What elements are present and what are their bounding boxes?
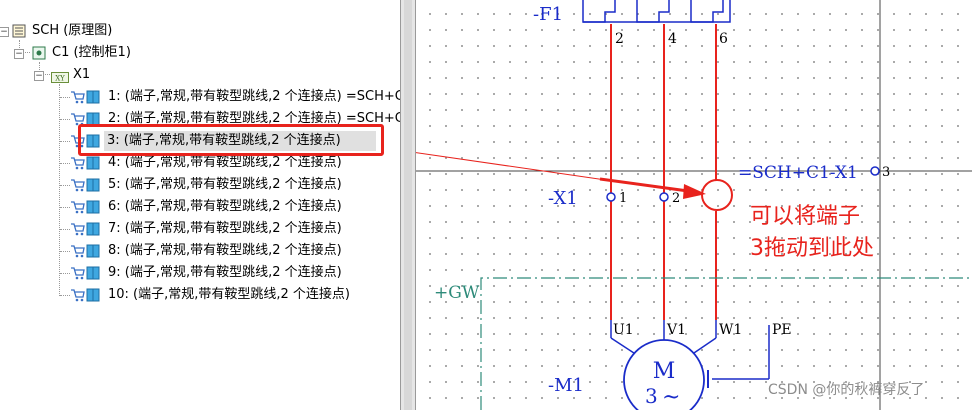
fuse-pin-2: 2: [615, 31, 624, 47]
terminal-cart-icon: [70, 266, 102, 287]
drop-target-circle: [701, 179, 733, 211]
terminal-strip-label: -X1: [548, 188, 578, 209]
tree-node-label: X1: [73, 67, 91, 82]
tree-guide: [60, 141, 70, 142]
tree-node-label: SCH (原理图): [32, 23, 113, 38]
watermark: CSDN @你的秋裤穿反了: [768, 382, 925, 398]
tree-item-label: 4: (端子,常规,带有鞍型跳线,2 个连接点): [108, 155, 342, 170]
tree-item-label: 8: (端子,常规,带有鞍型跳线,2 个连接点): [108, 243, 342, 258]
schematic-canvas[interactable]: -F1 2 4 6 -X1 1 2 =SCH+C1-X1 3 +GW U1 V1…: [416, 0, 972, 410]
tree-guide: [60, 295, 70, 296]
terminal-cart-icon: [70, 156, 102, 177]
placed-terminal-number: 3: [882, 165, 890, 180]
tree-guide: [60, 251, 70, 252]
power-wires: [610, 24, 717, 320]
instruction-callout: 可以将端子 3拖动到此处: [750, 201, 874, 265]
tree-item-terminal[interactable]: 4: (端子,常规,带有鞍型跳线,2 个连接点): [0, 153, 400, 173]
motor-m: M: [653, 359, 676, 384]
tree-item-terminal[interactable]: 5: (端子,常规,带有鞍型跳线,2 个连接点): [0, 175, 400, 195]
terminal-1-number: 1: [619, 191, 627, 206]
drag-arrow-thick: [599, 177, 689, 193]
strip-badge: XY: [55, 75, 65, 83]
tree-item-terminal[interactable]: 8: (端子,常规,带有鞍型跳线,2 个连接点): [0, 241, 400, 261]
tree-item-terminal[interactable]: 7: (端子,常规,带有鞍型跳线,2 个连接点): [0, 219, 400, 239]
tree-node-strip[interactable]: − XY X1: [0, 65, 400, 85]
terminal-cart-icon: [70, 288, 102, 309]
tree-node-cabinet[interactable]: − C1 (控制柜1): [0, 43, 400, 63]
cabinet-icon: [32, 46, 46, 67]
schematic-icon: [12, 24, 26, 45]
motor-ref: -M1: [548, 375, 584, 396]
selection-highlight-box: [78, 124, 384, 156]
collapse-icon[interactable]: −: [14, 49, 24, 59]
terminal-cart-icon: [70, 222, 102, 243]
fuse-pin-6: 6: [719, 31, 728, 47]
tree-item-terminal[interactable]: 10: (端子,常规,带有鞍型跳线,2 个连接点): [0, 285, 400, 305]
terminal-cart-icon: [70, 200, 102, 221]
fuse-f1: [582, 0, 731, 23]
tree-guide: [60, 229, 70, 230]
placed-terminal-symbol: [870, 166, 880, 176]
motor-pin-pe: PE: [772, 322, 792, 338]
motor-phase-count: 3: [645, 384, 658, 408]
tree-guide: [60, 119, 70, 120]
callout-line-2: 3拖动到此处: [750, 236, 874, 261]
project-tree[interactable]: − SCH (原理图) − C1 (控制柜1) − XY X1 1: (端子,常…: [0, 0, 400, 410]
terminal-cart-icon: [70, 244, 102, 265]
tree-item-label: 10: (端子,常规,带有鞍型跳线,2 个连接点): [108, 287, 350, 302]
motor-tilde: ~: [662, 385, 680, 410]
collapse-icon[interactable]: −: [34, 71, 44, 81]
tree-item-label: 5: (端子,常规,带有鞍型跳线,2 个连接点): [108, 177, 342, 192]
terminal-2-number: 2: [672, 191, 680, 206]
fuse-label: -F1: [533, 4, 563, 25]
placed-terminal-ref: =SCH+C1-X1: [738, 163, 858, 183]
tree-item-label: 7: (端子,常规,带有鞍型跳线,2 个连接点): [108, 221, 342, 236]
tree-item-label: 9: (端子,常规,带有鞍型跳线,2 个连接点): [108, 265, 342, 280]
splitter-rail: [404, 0, 412, 410]
tree-guide: [60, 273, 70, 274]
tree-guide: [60, 207, 70, 208]
frame-label: +GW: [434, 283, 480, 303]
tree-item-label: 6: (端子,常规,带有鞍型跳线,2 个连接点): [108, 199, 342, 214]
tree-node-label: C1 (控制柜1): [52, 45, 131, 60]
collapse-icon[interactable]: −: [0, 27, 9, 37]
motor-pin-u1: U1: [613, 322, 634, 338]
tree-item-terminal[interactable]: 9: (端子,常规,带有鞍型跳线,2 个连接点): [0, 263, 400, 283]
callout-line-1: 可以将端子: [750, 204, 861, 229]
terminal-cart-icon: [70, 90, 102, 111]
pane-splitter[interactable]: [400, 0, 416, 410]
motor-pin-w1: W1: [719, 322, 742, 338]
terminal-1-symbol: [606, 192, 616, 202]
terminal-cart-icon: [70, 178, 102, 199]
tree-item-terminal[interactable]: 6: (端子,常规,带有鞍型跳线,2 个连接点): [0, 197, 400, 217]
tree-item-terminal[interactable]: 1: (端子,常规,带有鞍型跳线,2 个连接点) =SCH+C1-X1: [0, 87, 400, 107]
fuse-pin-4: 4: [668, 31, 677, 47]
tree-item-label: 1: (端子,常规,带有鞍型跳线,2 个连接点) =SCH+C1-X1: [108, 89, 400, 104]
tree-guide: [60, 163, 70, 164]
tree-node-root[interactable]: − SCH (原理图): [0, 21, 400, 41]
terminal-2-symbol: [659, 192, 669, 202]
tree-guide: [60, 185, 70, 186]
tree-guide: [60, 97, 70, 98]
motor-pin-v1: V1: [666, 322, 686, 338]
